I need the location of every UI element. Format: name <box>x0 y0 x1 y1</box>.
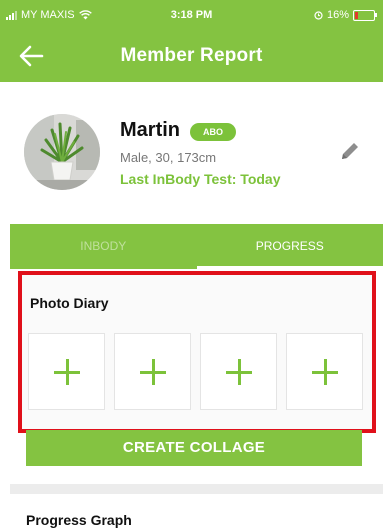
plus-icon <box>140 359 166 385</box>
member-details: Male, 30, 173cm <box>120 150 216 165</box>
status-bar: MY MAXIS 3:18 PM 16% <box>0 0 383 30</box>
profile-card: Martin ABO Male, 30, 173cm Last InBody T… <box>0 82 383 224</box>
page-title: Member Report <box>0 45 383 67</box>
avatar[interactable] <box>24 114 100 190</box>
battery-icon <box>353 10 375 21</box>
add-photo-slot-3[interactable] <box>200 333 277 410</box>
last-test-label: Last InBody Test: Today <box>120 171 281 187</box>
plant-photo-icon <box>24 114 100 190</box>
add-photo-slot-4[interactable] <box>286 333 363 410</box>
create-collage-button[interactable]: CREATE COLLAGE <box>26 430 362 466</box>
member-name: Martin <box>120 119 180 142</box>
app-header: Member Report <box>0 30 383 82</box>
add-photo-slot-1[interactable] <box>28 333 105 410</box>
progress-graph-title: Progress Graph <box>26 512 132 528</box>
plus-icon <box>226 359 252 385</box>
plus-icon <box>312 359 338 385</box>
battery-percent: 16% <box>327 9 349 21</box>
section-divider <box>10 484 383 494</box>
tab-inbody[interactable]: INBODY <box>10 224 197 269</box>
photo-slots <box>28 333 363 410</box>
add-photo-slot-2[interactable] <box>114 333 191 410</box>
tab-bar: INBODY PROGRESS <box>10 224 383 269</box>
pencil-icon[interactable] <box>339 140 361 162</box>
photo-diary-title: Photo Diary <box>30 295 109 311</box>
photo-diary-section: Photo Diary <box>18 271 376 433</box>
tab-progress[interactable]: PROGRESS <box>197 224 383 269</box>
alarm-icon <box>314 11 323 20</box>
status-right: 16% <box>314 9 375 21</box>
plus-icon <box>54 359 80 385</box>
member-badge: ABO <box>190 123 236 141</box>
